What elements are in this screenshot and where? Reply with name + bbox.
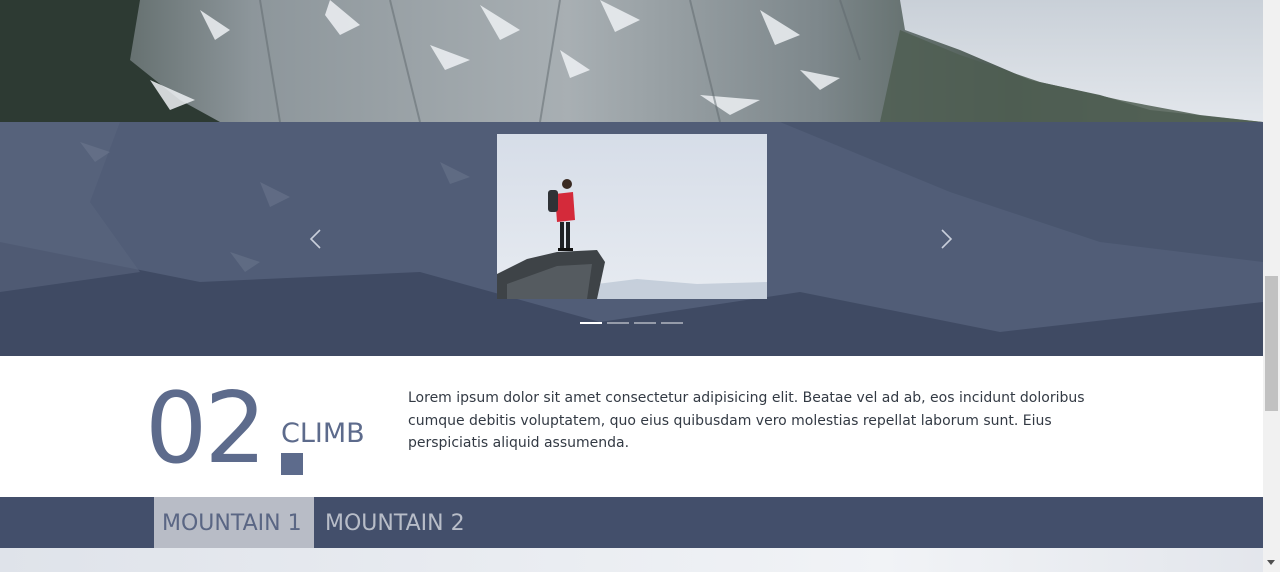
climb-section: 02 CLIMB Lorem ipsum dolor sit amet cons… (0, 356, 1263, 497)
carousel-indicator-4[interactable] (661, 322, 683, 324)
carousel-indicator-2[interactable] (607, 322, 629, 324)
carousel-indicators (580, 322, 683, 324)
carousel-slide (497, 134, 767, 299)
snowy-mountain-photo (0, 0, 1263, 122)
scrollbar-thumb[interactable] (1265, 276, 1278, 411)
step-label: CLIMB (281, 418, 365, 449)
tab-mountain-2[interactable]: MOUNTAIN 2 (317, 497, 473, 548)
chevron-left-icon (309, 229, 321, 249)
mountain-tabs: MOUNTAIN 1 MOUNTAIN 2 (0, 497, 1263, 548)
step-number: 02 (145, 372, 267, 486)
chevron-right-icon (941, 229, 953, 249)
hero-mountain-image (0, 0, 1263, 122)
scroll-down-arrow-icon[interactable] (1267, 560, 1275, 565)
image-carousel (0, 122, 1263, 356)
carousel-prev-button[interactable] (304, 227, 328, 251)
hiker-on-cliff-photo (497, 134, 767, 299)
tab-mountain-1[interactable]: MOUNTAIN 1 (154, 497, 314, 548)
carousel-indicator-1[interactable] (580, 322, 602, 324)
accent-square (281, 453, 303, 475)
tab-content-background (0, 548, 1263, 572)
climb-description: Lorem ipsum dolor sit amet consectetur a… (408, 390, 1085, 451)
carousel-next-button[interactable] (934, 227, 958, 251)
carousel-indicator-3[interactable] (634, 322, 656, 324)
page-scrollbar[interactable] (1263, 0, 1280, 572)
